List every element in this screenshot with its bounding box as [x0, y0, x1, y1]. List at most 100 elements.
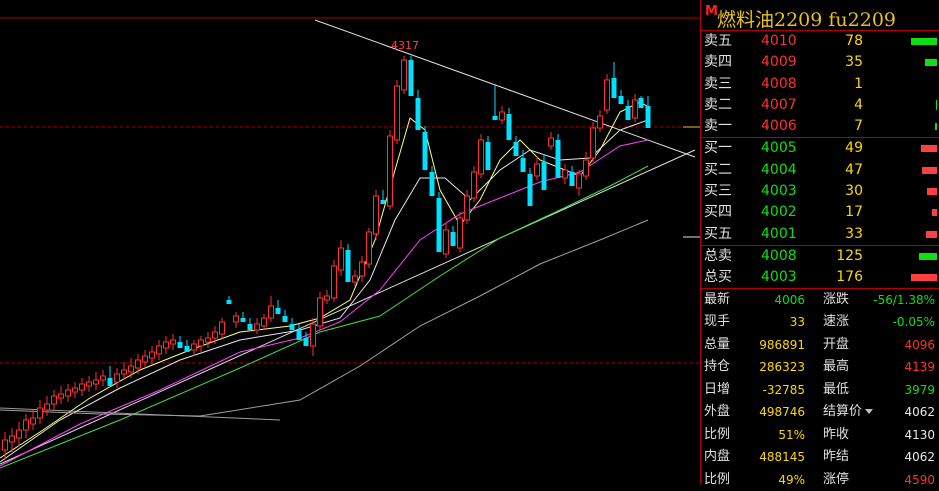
bid-row[interactable]: 买二 4004 47: [701, 160, 939, 181]
total-volume: 176: [836, 268, 863, 285]
candle-body: [464, 195, 470, 221]
candle-body: [597, 115, 603, 129]
stat-value: 286323: [759, 360, 805, 375]
candle-body: [86, 381, 92, 387]
stat-value: 498746: [759, 405, 805, 420]
stat-value: 4006: [774, 292, 805, 307]
total-price: 4008: [761, 247, 797, 264]
ask-label: 卖四: [704, 54, 732, 71]
candle-body: [485, 142, 491, 170]
candle-body: [513, 142, 519, 156]
ask-row[interactable]: 卖五 4010 78: [701, 31, 939, 52]
candle-body: [275, 308, 281, 314]
candle-body: [436, 198, 442, 252]
order-totals: 总卖 4008 125 总买 4003 176: [701, 246, 939, 289]
ask-price: 4010: [761, 33, 797, 49]
candle-body: [394, 85, 400, 141]
stat-row: 现手 33 速涨 -0.05%: [701, 311, 939, 334]
candle-body: [72, 387, 78, 393]
candle-body: [233, 315, 239, 323]
candle-body: [268, 305, 274, 319]
candle-body: [149, 351, 155, 359]
total-volume-bar: [919, 252, 937, 260]
candle-body: [114, 373, 120, 383]
total-row[interactable]: 总买 4003 176: [701, 267, 939, 288]
stat-value: -0.05%: [892, 315, 935, 330]
stat-label: 现手: [704, 314, 731, 330]
ask-row[interactable]: 卖四 4009 35: [701, 52, 939, 73]
stat-label: 涨停: [823, 471, 850, 487]
high-price-label: 4317: [391, 39, 419, 52]
candle-body: [408, 60, 414, 96]
candle-body: [366, 231, 372, 265]
candle-body: [645, 106, 651, 128]
bid-price: 4005: [761, 140, 797, 157]
candle-body: [324, 295, 330, 301]
stat-row: 总量 986891 开盘 4096: [701, 334, 939, 357]
candle-body: [170, 339, 176, 345]
stat-row: 日增 -32785 最低 3979: [701, 379, 939, 402]
ask-volume: 35: [845, 54, 863, 71]
candle-body: [240, 318, 246, 322]
bid-volume-bar: [921, 145, 937, 153]
candle-body: [562, 169, 568, 179]
ask-row[interactable]: 卖三 4008 1: [701, 74, 939, 95]
stat-label: 最低: [823, 381, 850, 397]
ask-price: 4009: [761, 54, 797, 71]
candle-body: [247, 324, 253, 330]
bid-levels: 买一 4005 49 买二 4004 47 买三 4003 30 买四 4002 17 买五 4001 33: [701, 138, 939, 246]
stat-label: 持仓: [704, 359, 731, 375]
ask-volume: 7: [854, 118, 863, 135]
candle-body: [548, 137, 554, 147]
bid-row[interactable]: 买五 4001 33: [701, 224, 939, 245]
candle-body: [478, 139, 484, 175]
candle-body: [121, 369, 127, 375]
candle-body: [492, 116, 498, 120]
bid-volume-bar: [926, 230, 937, 238]
candle-body: [30, 417, 36, 425]
ask-row[interactable]: 卖一 4006 7: [701, 116, 939, 137]
total-volume: 125: [836, 247, 863, 264]
bid-volume: 47: [845, 161, 863, 178]
stat-label: 外盘: [704, 404, 731, 420]
candle-body: [310, 323, 316, 347]
market-marker: M: [705, 4, 718, 19]
candle-body: [443, 229, 449, 255]
bid-row[interactable]: 买四 4002 17: [701, 202, 939, 223]
candle-body: [163, 341, 169, 349]
stat-value: -56/1.38%: [873, 292, 935, 307]
bid-label: 买一: [704, 140, 732, 157]
candle-body: [44, 403, 50, 411]
candle-body: [254, 323, 260, 331]
bid-row[interactable]: 买一 4005 49: [701, 138, 939, 159]
bid-volume: 33: [845, 225, 863, 242]
candle-body: [303, 338, 309, 346]
candle-body: [212, 331, 218, 339]
stat-label[interactable]: 结算价: [823, 401, 874, 423]
stat-row: 最新 4006 涨跌 -56/1.38%: [701, 289, 939, 312]
candlestick-chart[interactable]: 4317: [0, 0, 700, 484]
candle-body: [345, 250, 351, 282]
stat-label: 比例: [704, 471, 731, 487]
ask-volume-bar: [911, 38, 937, 45]
stat-value: 4096: [904, 337, 935, 352]
candle-body: [156, 345, 162, 355]
total-row[interactable]: 总卖 4008 125: [701, 246, 939, 267]
candle-body: [534, 163, 540, 177]
total-label: 总卖: [704, 247, 732, 264]
bid-label: 买三: [704, 183, 732, 200]
ask-price: 4007: [761, 96, 797, 113]
ask-label: 卖一: [704, 118, 732, 135]
stat-value: 33: [789, 315, 805, 330]
candle-body: [107, 378, 113, 386]
candle-body: [457, 217, 463, 249]
bid-price: 4001: [761, 225, 797, 242]
stat-label: 昨收: [823, 426, 850, 442]
bid-volume: 17: [845, 204, 863, 221]
ask-row[interactable]: 卖二 4007 4: [701, 95, 939, 116]
stat-label: 日增: [704, 381, 731, 397]
candle-body: [569, 172, 575, 186]
candle-body: [632, 99, 638, 119]
stat-value: 4130: [904, 427, 935, 442]
bid-row[interactable]: 买三 4003 30: [701, 181, 939, 202]
